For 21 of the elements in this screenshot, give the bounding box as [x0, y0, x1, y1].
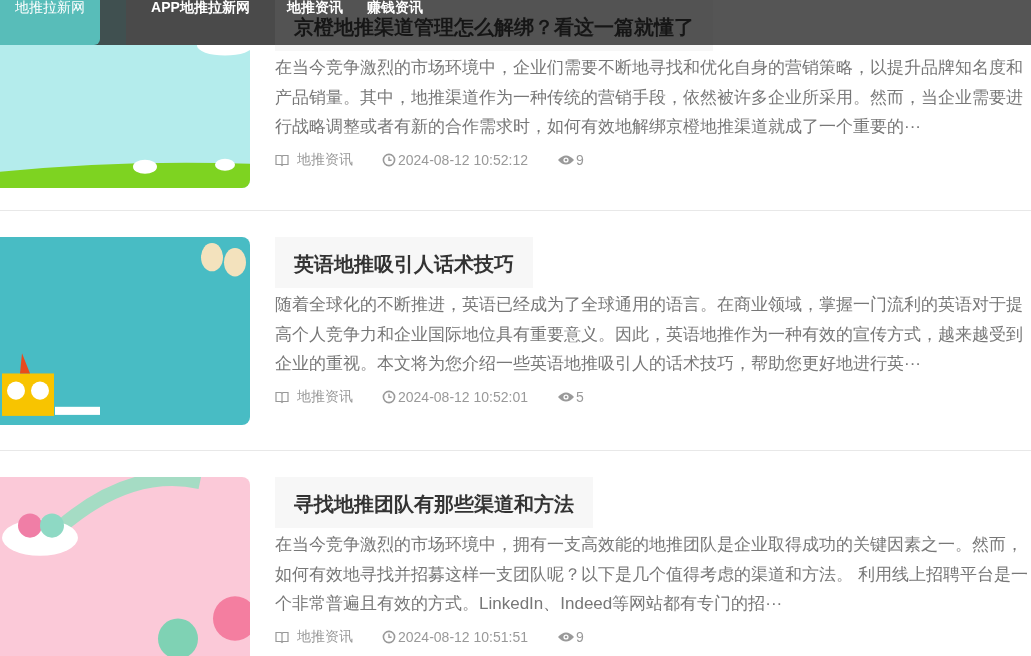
- nav-tab[interactable]: APP地推拉新网: [126, 0, 275, 45]
- article-summary: 随着全球化的不断推进，英语已经成为了全球通用的语言。在商业领域，掌握一门流利的英语对于提高个人竞争力和企业国际地位具有重要意义。因此，英语地推作为一种有效的宣传方式，越来越受到企业的重视。本文将为您介绍一些英语地推吸引人的话术技巧，帮助您更好地进行英···: [275, 294, 1024, 375]
- clock-icon: [382, 152, 396, 167]
- clock-icon: [382, 629, 396, 644]
- article-summary: 在当今竞争激烈的市场环境中，拥有一支高效能的地推团队是企业取得成功的关键因素之一。然而，如何有效地寻找并招募这样一支团队呢？以下是几个值得考虑的渠道和方法。 利用线上招聘平台是一个非常普遍且有效的方式。LinkedIn、Indeed等网站都有专门的招···: [275, 534, 1029, 615]
- view-count: 5: [576, 388, 584, 405]
- post-time: 2024-08-12 10:52:01: [398, 388, 528, 405]
- view-count: 9: [576, 628, 584, 645]
- eye-icon: [557, 153, 575, 166]
- post-time: 2024-08-12 10:52:12: [398, 151, 528, 168]
- article-summary: 在当今竞争激烈的市场环境中，企业们需要不断地寻找和优化自身的营销策略，以提升品牌知名度和产品销量。其中，地推渠道作为一种传统的营销手段，依然被许多企业所采用。然而，当企业需要进行战略调整或者有新的合作需求时，如何有效地解绑京橙地推渠道就成了一个重要的···: [275, 57, 1024, 138]
- book-icon: [275, 389, 289, 404]
- nav-tab[interactable]: 赚钱资讯: [355, 0, 435, 14]
- nav-tab[interactable]: 地推资讯: [275, 0, 355, 14]
- view-count: 9: [576, 151, 584, 168]
- post-time: 2024-08-12 10:51:51: [398, 628, 528, 645]
- eye-icon: [557, 390, 575, 403]
- book-icon: [275, 152, 289, 167]
- book-icon: [275, 629, 289, 644]
- eye-icon: [557, 630, 575, 643]
- clock-icon: [382, 389, 396, 404]
